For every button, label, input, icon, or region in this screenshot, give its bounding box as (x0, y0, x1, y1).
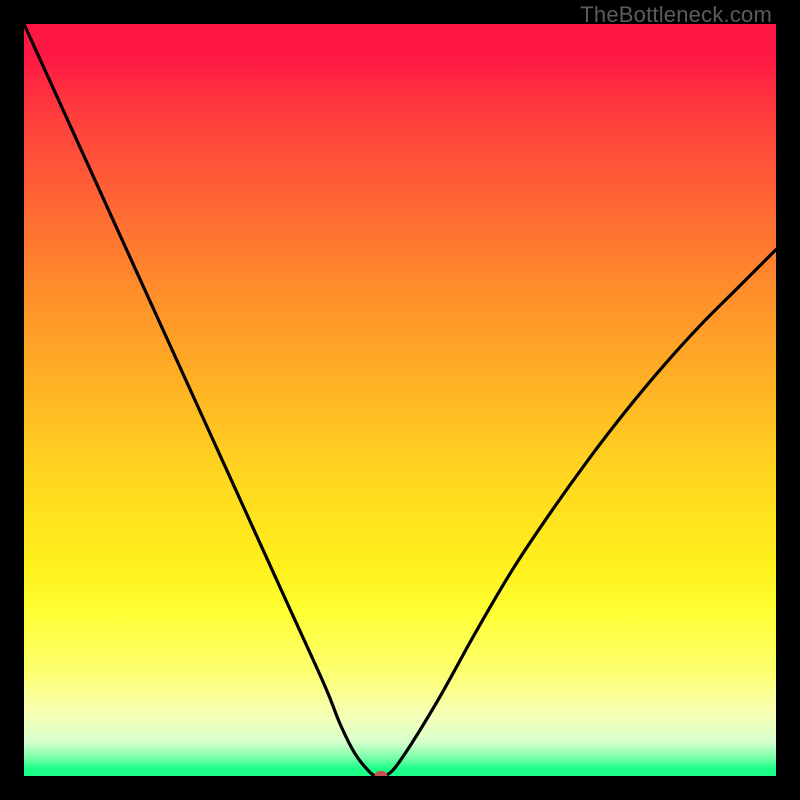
chart-frame: TheBottleneck.com (0, 0, 800, 800)
bottleneck-curve (24, 24, 776, 776)
optimal-point-marker (375, 771, 388, 776)
watermark-text: TheBottleneck.com (580, 2, 772, 28)
plot-area (24, 24, 776, 776)
